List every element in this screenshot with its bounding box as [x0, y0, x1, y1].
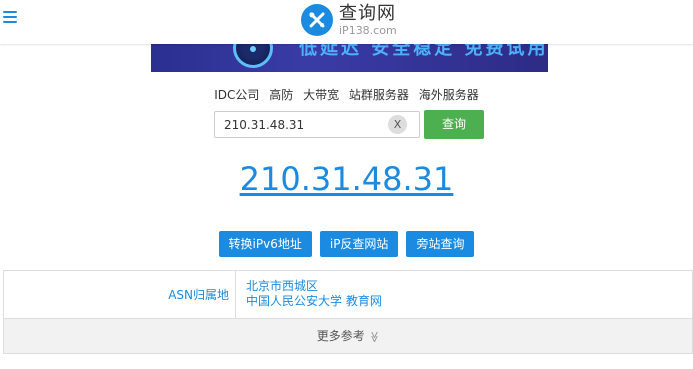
- result-ip[interactable]: 210.31.48.31: [0, 160, 693, 198]
- top-bar: 查询网 iP138.com: [0, 0, 693, 44]
- ip-search-input[interactable]: [215, 112, 375, 137]
- chevron-down-icon: ≫: [367, 331, 381, 343]
- reverse-ip-button[interactable]: iP反查网站: [319, 231, 399, 257]
- site-logo[interactable]: 查询网 iP138.com: [301, 2, 397, 38]
- side-site-button[interactable]: 旁站查询: [406, 231, 475, 257]
- search-box: X: [214, 111, 420, 138]
- result-table: ASN归属地 北京市西城区 中国人民公安大学 教育网 更多参考 ≫: [3, 270, 693, 354]
- link-bandwidth[interactable]: 大带宽: [303, 88, 339, 102]
- tools-icon: [301, 4, 333, 36]
- link-idc[interactable]: IDC公司: [214, 88, 259, 102]
- asn-value: 北京市西城区 中国人民公安大学 教育网: [236, 271, 382, 318]
- table-row: ASN归属地 北京市西城区 中国人民公安大学 教育网: [4, 271, 692, 319]
- convert-ipv6-button[interactable]: 转换iPv6地址: [218, 231, 312, 257]
- clear-button[interactable]: X: [388, 115, 407, 134]
- logo-domain: iP138.com: [339, 23, 397, 37]
- action-buttons: 转换iPv6地址 iP反查网站 旁站查询: [0, 231, 693, 257]
- more-reference-button[interactable]: 更多参考 ≫: [4, 319, 692, 353]
- service-links: IDC公司 高防 大带宽 站群服务器 海外服务器: [0, 86, 693, 103]
- asn-label: ASN归属地: [4, 271, 236, 318]
- link-ddos[interactable]: 高防: [269, 88, 293, 102]
- location-link[interactable]: 北京市西城区: [246, 279, 382, 294]
- link-overseas[interactable]: 海外服务器: [419, 88, 479, 102]
- logo-name: 查询网: [339, 2, 396, 24]
- org-link[interactable]: 中国人民公安大学 教育网: [246, 294, 382, 309]
- link-site-group[interactable]: 站群服务器: [349, 88, 409, 102]
- query-button[interactable]: 查询: [424, 110, 484, 139]
- menu-icon[interactable]: [3, 11, 17, 25]
